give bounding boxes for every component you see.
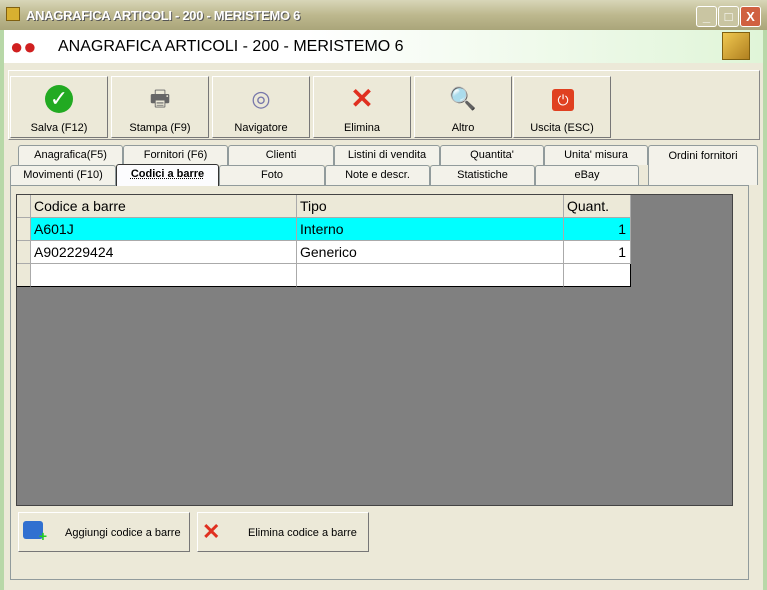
cell-codice[interactable]: A902229424: [31, 241, 297, 264]
row-indicator-header: [17, 195, 31, 218]
tab-unita-misura[interactable]: Unita' misura: [544, 145, 648, 165]
window-title: ANAGRAFICA ARTICOLI - 200 - MERISTEMO 6: [26, 8, 301, 23]
column-header-tipo[interactable]: Tipo: [297, 195, 564, 218]
tab-movimenti[interactable]: Movimenti (F10): [10, 165, 116, 185]
tab-note[interactable]: Note e descr.: [325, 165, 430, 185]
add-barcode-button[interactable]: + Aggiungi codice a barre: [18, 512, 190, 552]
row-indicator[interactable]: [17, 241, 31, 264]
delete-button[interactable]: ✕ Elimina: [313, 76, 411, 138]
cell-codice[interactable]: [31, 264, 297, 287]
navigator-button[interactable]: ◎ Navigatore: [212, 76, 310, 138]
barcode-grid[interactable]: Codice a barre Tipo Quant. A601J Interno…: [16, 194, 733, 506]
search-book-icon: 🔍: [449, 86, 477, 111]
cell-tipo[interactable]: Generico: [297, 241, 564, 264]
other-button[interactable]: 🔍 Altro: [414, 76, 512, 138]
tab-fornitori[interactable]: Fornitori (F6): [123, 145, 228, 165]
tab-quantita[interactable]: Quantita': [440, 145, 544, 165]
box-icon: [722, 32, 750, 60]
app-icon: [6, 7, 20, 21]
save-button[interactable]: ✓ Salva (F12): [10, 76, 108, 138]
tab-listini[interactable]: Listini di vendita: [334, 145, 440, 165]
delete-barcode-button[interactable]: ✕ Elimina codice a barre: [197, 512, 369, 552]
close-button[interactable]: X: [740, 6, 761, 27]
cell-tipo[interactable]: [297, 264, 564, 287]
check-icon: ✓: [45, 85, 73, 113]
cell-quant[interactable]: 1: [564, 241, 631, 264]
tab-anagrafica[interactable]: Anagrafica(F5): [18, 145, 123, 165]
cell-quant[interactable]: 1: [564, 218, 631, 241]
title-bar: ANAGRAFICA ARTICOLI - 200 - MERISTEMO 6 …: [0, 0, 767, 30]
compass-icon: ◎: [251, 86, 271, 111]
delete-icon: ✕: [350, 83, 374, 114]
tab-codici-a-barre[interactable]: Codici a barre: [116, 164, 219, 186]
strawberry-icon: ●●: [10, 34, 37, 59]
cell-tipo[interactable]: Interno: [297, 218, 564, 241]
row-indicator[interactable]: [17, 264, 31, 287]
tab-ordini-fornitori[interactable]: Ordini fornitori: [648, 145, 758, 185]
row-indicator[interactable]: [17, 218, 31, 241]
column-header-codice[interactable]: Codice a barre: [31, 195, 297, 218]
minimize-button[interactable]: _: [696, 6, 717, 27]
cell-codice[interactable]: A601J: [31, 218, 297, 241]
tab-ebay[interactable]: eBay: [535, 165, 639, 185]
tab-clienti[interactable]: Clienti: [228, 145, 334, 165]
column-header-quant[interactable]: Quant.: [564, 195, 631, 218]
power-icon: ⏻: [552, 89, 574, 111]
tab-foto[interactable]: Foto: [219, 165, 325, 185]
tab-statistiche[interactable]: Statistiche: [430, 165, 535, 185]
delete-icon: ✕: [202, 519, 221, 544]
cell-quant[interactable]: [564, 264, 631, 287]
maximize-button[interactable]: □: [718, 6, 739, 27]
add-container-icon: +: [23, 521, 47, 544]
print-button[interactable]: 🖶 Stampa (F9): [111, 76, 209, 138]
page-title: ANAGRAFICA ARTICOLI - 200 - MERISTEMO 6: [58, 38, 404, 55]
header-band: ●● ANAGRAFICA ARTICOLI - 200 - MERISTEMO…: [4, 30, 763, 63]
exit-button[interactable]: ⏻ Uscita (ESC): [513, 76, 611, 138]
printer-icon: 🖶: [149, 86, 171, 111]
